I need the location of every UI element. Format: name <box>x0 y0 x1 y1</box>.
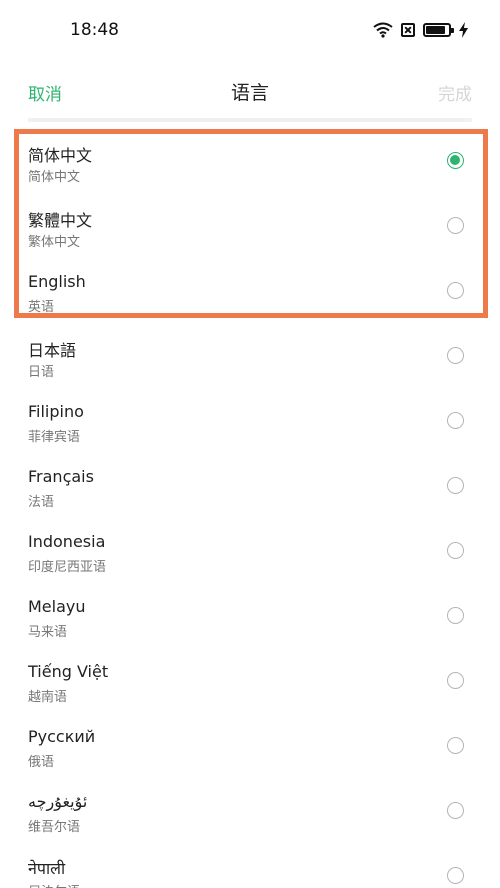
status-bar: 18:48 <box>0 0 500 64</box>
language-item[interactable]: Русский 俄语 <box>0 713 500 778</box>
language-item[interactable]: 日本語 日语 <box>0 323 500 388</box>
language-name: नेपाली <box>28 859 66 878</box>
language-name: Français <box>28 467 94 486</box>
radio-unselected-icon[interactable] <box>447 672 464 689</box>
language-name: Tiếng Việt <box>28 662 109 681</box>
radio-unselected-icon[interactable] <box>447 477 464 494</box>
language-item[interactable]: Indonesia 印度尼西亚语 <box>0 518 500 583</box>
language-list: 简体中文 简体中文 繁體中文 繁体中文 English 英语 日本語 日语 Filipino 菲律… <box>0 128 500 888</box>
language-name: Русский <box>28 727 96 746</box>
language-native-name: 繁体中文 <box>28 235 81 250</box>
charging-icon <box>459 22 468 38</box>
language-name: English <box>28 272 86 291</box>
language-native-name: 越南语 <box>28 690 68 705</box>
radio-unselected-icon[interactable] <box>447 802 464 819</box>
header-divider <box>28 118 472 122</box>
language-native-name: 尼泊尔语 <box>28 881 80 888</box>
radio-unselected-icon[interactable] <box>447 412 464 429</box>
radio-selected-icon[interactable] <box>447 152 464 169</box>
sim-off-icon <box>401 23 415 37</box>
radio-unselected-icon[interactable] <box>447 542 464 559</box>
radio-unselected-icon[interactable] <box>447 217 464 234</box>
radio-unselected-icon[interactable] <box>447 347 464 364</box>
language-name: Filipino <box>28 402 84 421</box>
status-time: 18:48 <box>70 20 119 40</box>
language-name: 日本語 <box>28 341 77 360</box>
language-item[interactable]: Filipino 菲律宾语 <box>0 388 500 453</box>
page-title: 语言 <box>230 82 269 104</box>
language-item[interactable]: नेपाली 尼泊尔语 <box>0 843 500 888</box>
status-icons <box>373 22 468 38</box>
language-native-name: 菲律宾语 <box>28 430 81 445</box>
language-native-name: 俄语 <box>28 755 55 770</box>
radio-unselected-icon[interactable] <box>447 737 464 754</box>
language-item[interactable]: 繁體中文 繁体中文 <box>0 193 500 258</box>
radio-unselected-icon[interactable] <box>447 282 464 299</box>
battery-fill <box>426 26 445 34</box>
language-native-name: 法语 <box>28 495 55 510</box>
language-native-name: 印度尼西亚语 <box>28 560 107 575</box>
language-native-name: 简体中文 <box>28 170 81 185</box>
wifi-icon <box>373 22 393 38</box>
language-item[interactable]: Tiếng Việt 越南语 <box>0 648 500 713</box>
language-item[interactable]: ئۇيغۇرچە 维吾尔语 <box>0 778 500 843</box>
language-item[interactable]: 简体中文 简体中文 <box>0 128 500 193</box>
nav-bar: 取消 语言 完成 <box>0 66 500 118</box>
language-name: Indonesia <box>28 532 106 551</box>
language-name: 简体中文 <box>28 146 93 165</box>
language-native-name: 维吾尔语 <box>28 820 81 835</box>
language-item[interactable]: English 英语 <box>0 258 500 323</box>
radio-unselected-icon[interactable] <box>447 607 464 624</box>
language-native-name: 英语 <box>28 300 55 315</box>
radio-unselected-icon[interactable] <box>447 867 464 884</box>
battery-icon <box>423 23 454 37</box>
language-name: 繁體中文 <box>28 211 93 230</box>
language-name: ئۇيغۇرچە <box>28 792 88 811</box>
language-item[interactable]: Français 法语 <box>0 453 500 518</box>
language-native-name: 马来语 <box>28 625 68 640</box>
language-native-name: 日语 <box>28 365 55 380</box>
done-button[interactable]: 完成 <box>438 80 472 105</box>
language-item[interactable]: Melayu 马来语 <box>0 583 500 648</box>
language-name: Melayu <box>28 597 86 616</box>
language-settings-screen: 18:48 取消 语言 完成 简体中文 简体中文 繁體中文 繁体中文 English 英语… <box>0 0 500 888</box>
